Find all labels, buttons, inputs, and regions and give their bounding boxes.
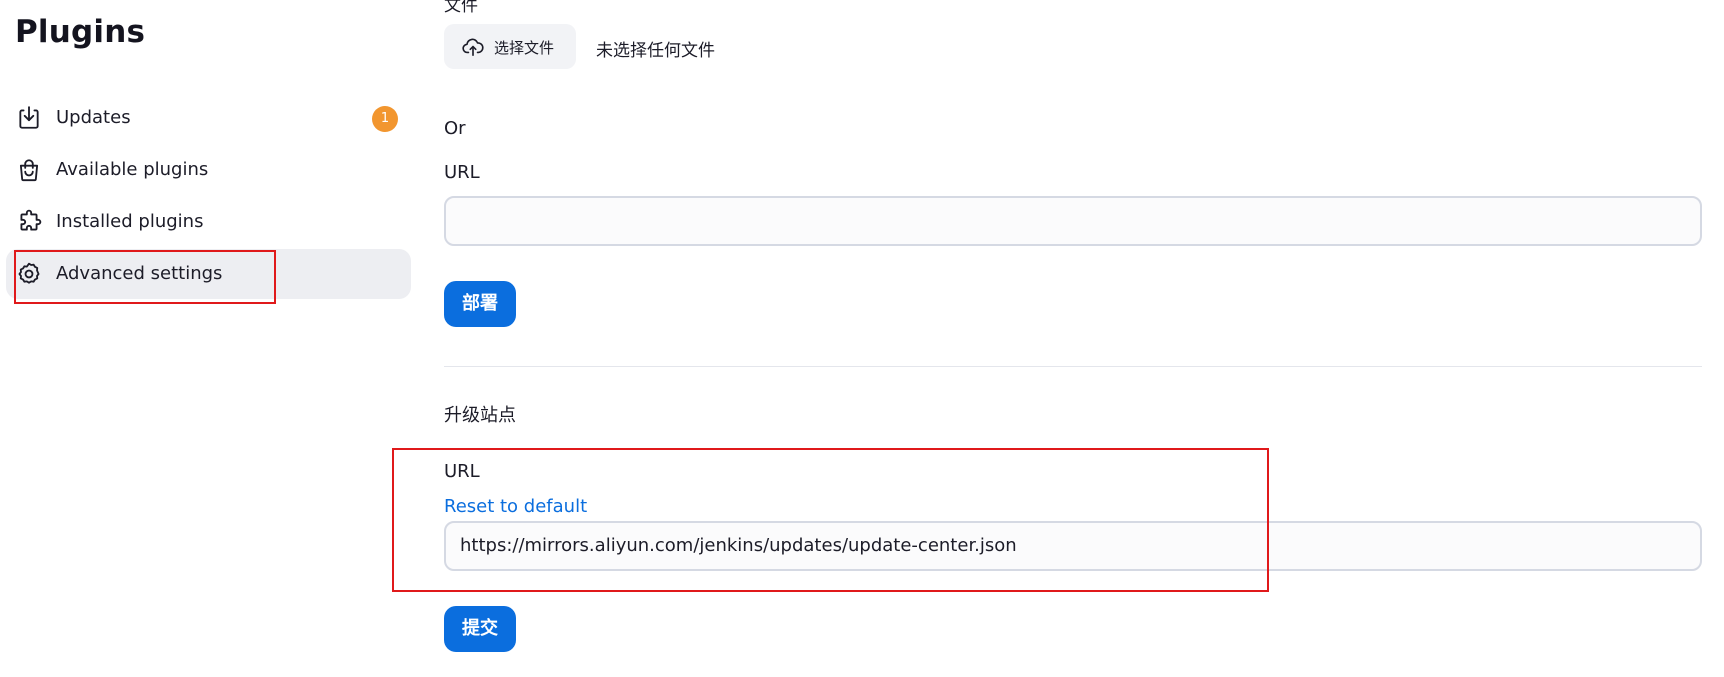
sidebar-item-label: Installed plugins [56, 211, 204, 232]
url-label: URL [444, 162, 480, 183]
update-site-heading: 升级站点 [444, 405, 516, 426]
sidebar-item-installed-plugins[interactable]: Installed plugins [6, 197, 411, 247]
submit-button[interactable]: 提交 [444, 606, 516, 652]
sidebar-item-available-plugins[interactable]: Available plugins [6, 145, 411, 195]
download-icon [19, 106, 39, 129]
page-title: Plugins [15, 14, 146, 50]
deploy-button[interactable]: 部署 [444, 281, 516, 327]
update-count-badge: 1 [372, 106, 398, 132]
sidebar-item-label: Available plugins [56, 159, 209, 180]
cloud-upload-icon [462, 38, 484, 56]
file-section-label: 文件 [444, 0, 478, 16]
section-divider [444, 366, 1702, 367]
sidebar-item-updates[interactable]: Updates 1 [6, 93, 411, 143]
no-file-chosen-text: 未选择任何文件 [596, 41, 715, 61]
highlight-box-sidebar [14, 250, 276, 304]
sidebar-item-label: Updates [56, 107, 131, 128]
plugin-url-input[interactable] [444, 196, 1702, 246]
or-label: Or [444, 118, 466, 139]
choose-file-button[interactable]: 选择文件 [444, 24, 576, 69]
choose-file-label: 选择文件 [494, 39, 555, 57]
puzzle-icon [20, 209, 42, 231]
shopping-bag-icon [19, 159, 39, 182]
highlight-box-update-site [392, 448, 1269, 592]
